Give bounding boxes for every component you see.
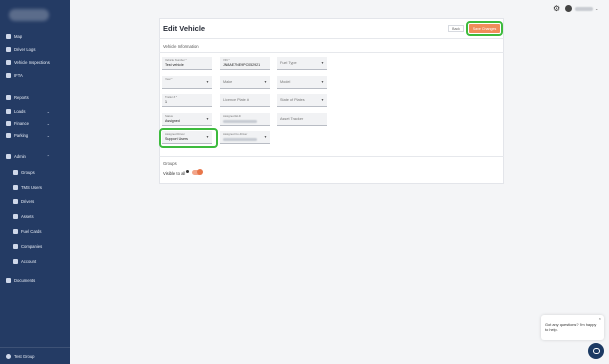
chevron-down-icon: ⌄ bbox=[595, 6, 599, 11]
avatar bbox=[565, 5, 572, 12]
building-icon bbox=[13, 244, 18, 249]
page-title: Edit Vehicle bbox=[163, 24, 206, 33]
sidebar-item-loads[interactable]: Loads ⌄ bbox=[0, 106, 70, 117]
sidebar-item-groups[interactable]: Groups bbox=[0, 167, 70, 178]
redacted-value bbox=[223, 120, 257, 123]
chat-launcher-button[interactable] bbox=[588, 343, 604, 359]
parking-icon bbox=[6, 133, 11, 138]
settings-gear-icon[interactable]: ⚙ bbox=[553, 4, 562, 13]
dropdown-arrow-icon: ▼ bbox=[205, 80, 209, 84]
chat-bubble-icon bbox=[592, 348, 600, 354]
sidebar-item-fuel-cards[interactable]: Fuel Cards bbox=[0, 226, 70, 237]
vin-field[interactable]: VIN * JN8AE7NE9PC052921 bbox=[220, 57, 270, 70]
make-select[interactable]: Make ▼ bbox=[220, 76, 270, 89]
group-icon bbox=[6, 353, 11, 359]
document-icon bbox=[6, 47, 11, 52]
visible-to-all-label: Visible to all bbox=[163, 171, 186, 176]
group-switcher[interactable]: Test Group bbox=[0, 347, 70, 364]
year-select[interactable]: Year * ▼ bbox=[162, 76, 212, 89]
section-divider bbox=[159, 52, 504, 53]
dropdown-arrow-icon: ▼ bbox=[320, 61, 324, 65]
info-icon[interactable] bbox=[186, 170, 189, 173]
dollar-icon bbox=[6, 121, 11, 126]
dropdown-arrow-icon: ▼ bbox=[205, 117, 209, 121]
state-of-plates-select[interactable]: State of Plates ▼ bbox=[277, 94, 327, 107]
close-icon[interactable]: × bbox=[599, 316, 601, 321]
assigned-driver-select[interactable]: Assigned Driver Support Users ▼ bbox=[162, 131, 212, 144]
chart-icon bbox=[6, 95, 11, 100]
account-icon bbox=[13, 259, 18, 264]
trailer-number-field[interactable]: Trailer # * 1 bbox=[162, 94, 212, 107]
sidebar: Map Driver Logs Vehicle Inspections IFTA… bbox=[0, 0, 70, 364]
chevron-down-icon: ⌄ bbox=[46, 121, 50, 126]
assigned-codriver-select[interactable]: Assigned Co-Driver ▼ bbox=[220, 131, 270, 144]
sidebar-item-admin[interactable]: Admin ⌃ bbox=[0, 151, 70, 162]
save-changes-button[interactable]: Save Changes bbox=[469, 24, 500, 33]
user-name-redacted bbox=[575, 6, 593, 11]
sidebar-item-driver-logs[interactable]: Driver Logs bbox=[0, 44, 70, 55]
back-button[interactable]: Back bbox=[448, 25, 464, 32]
sidebar-item-reports[interactable]: Reports bbox=[0, 92, 70, 103]
sidebar-item-ifta[interactable]: IFTA bbox=[0, 70, 70, 81]
sidebar-item-map[interactable]: Map bbox=[0, 31, 70, 42]
sidebar-item-vehicle-inspections[interactable]: Vehicle Inspections bbox=[0, 57, 70, 68]
card-icon bbox=[13, 229, 18, 234]
redacted-value bbox=[223, 138, 257, 141]
chevron-down-icon: ⌄ bbox=[46, 133, 50, 138]
chevron-up-icon: ⌃ bbox=[46, 154, 50, 159]
top-bar: ⚙ ⌄ bbox=[70, 0, 609, 18]
visible-to-all-toggle[interactable] bbox=[192, 169, 203, 175]
status-select[interactable]: Status Assigned ▼ bbox=[162, 113, 212, 126]
vehicle-number-field[interactable]: Vehicle Number * Test vehicle bbox=[162, 57, 212, 70]
header-divider bbox=[159, 38, 504, 39]
company-logo bbox=[9, 9, 49, 21]
dropdown-arrow-icon: ▼ bbox=[320, 98, 324, 102]
assigned-eld-select[interactable]: Assigned ELD bbox=[220, 113, 270, 126]
license-plate-field[interactable]: Licence Plate # bbox=[220, 94, 270, 107]
chevron-down-icon: ⌄ bbox=[46, 109, 50, 114]
box-icon bbox=[6, 109, 11, 114]
sidebar-item-tms-users[interactable]: TMS Users bbox=[0, 182, 70, 193]
folder-icon bbox=[6, 278, 11, 283]
driver-icon bbox=[13, 199, 18, 204]
sidebar-item-assets[interactable]: Assets bbox=[0, 211, 70, 222]
sidebar-item-documents[interactable]: Documents bbox=[0, 275, 70, 286]
toggle-knob bbox=[197, 169, 203, 175]
user-menu[interactable]: ⌄ bbox=[565, 4, 601, 13]
section-title-groups: Groups bbox=[163, 161, 177, 166]
model-select[interactable]: Model ▼ bbox=[277, 76, 327, 89]
report-icon bbox=[6, 73, 11, 78]
dropdown-arrow-icon: ▼ bbox=[205, 135, 209, 139]
clipboard-icon bbox=[6, 60, 11, 65]
sidebar-item-drivers[interactable]: Drivers bbox=[0, 196, 70, 207]
group-icon bbox=[13, 170, 18, 175]
sidebar-item-finance[interactable]: Finance ⌄ bbox=[0, 118, 70, 129]
dropdown-arrow-icon: ▼ bbox=[263, 80, 267, 84]
chat-message: Got any questions? I'm happy to help. bbox=[545, 322, 597, 332]
dropdown-arrow-icon: ▼ bbox=[320, 80, 324, 84]
chat-popup: × Got any questions? I'm happy to help. bbox=[541, 315, 604, 340]
fuel-type-select[interactable]: Fuel Type ▼ bbox=[277, 57, 327, 70]
sidebar-item-companies[interactable]: Companies bbox=[0, 241, 70, 252]
dropdown-arrow-icon: ▼ bbox=[263, 135, 267, 139]
sidebar-item-parking[interactable]: Parking ⌄ bbox=[0, 130, 70, 141]
asset-tracker-field[interactable]: Asset Tracker bbox=[277, 113, 327, 126]
gear-icon bbox=[6, 154, 11, 159]
truck-icon bbox=[13, 214, 18, 219]
sidebar-item-account[interactable]: Account bbox=[0, 256, 70, 267]
section-title-vehicle-information: Vehicle Information bbox=[163, 44, 199, 49]
groups-divider bbox=[159, 156, 504, 157]
map-icon bbox=[6, 34, 11, 39]
users-icon bbox=[13, 185, 18, 190]
